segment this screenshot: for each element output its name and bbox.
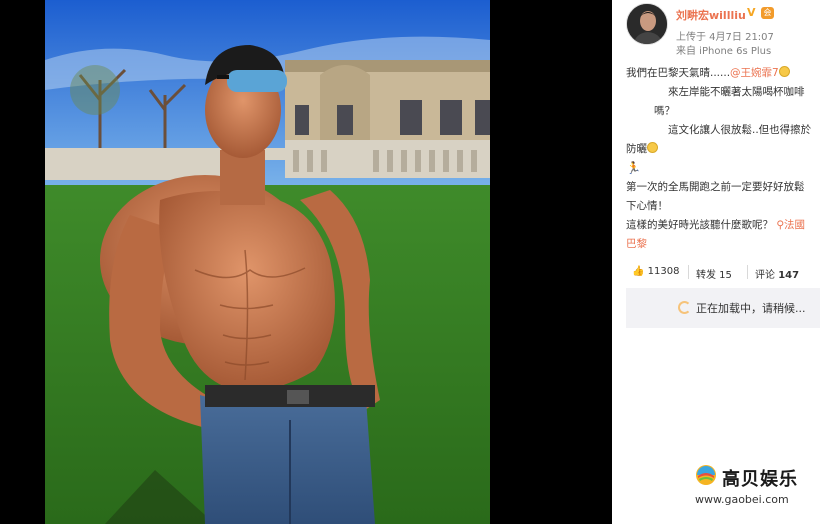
repost-label: 转发 15 bbox=[696, 270, 732, 281]
content-line: 🏃 bbox=[626, 159, 820, 178]
content-text: 第一次的全馬開跑之前一定要好好放鬆 bbox=[626, 181, 805, 193]
mention-link[interactable]: @王婉霏7 bbox=[730, 67, 779, 79]
content-text: 嗎？ bbox=[654, 105, 675, 117]
location-pin-icon: ⚲ bbox=[776, 219, 785, 231]
thumbs-up-icon: 👍 bbox=[632, 266, 645, 277]
divider bbox=[747, 265, 748, 279]
watermark-title: 高贝娱乐 bbox=[722, 469, 798, 490]
member-icon: 会 bbox=[761, 7, 774, 19]
spinner-icon bbox=[678, 301, 691, 314]
like-count: 11308 bbox=[647, 266, 680, 277]
content-line: 這文化讓人很放鬆..但也得擦於 bbox=[626, 121, 820, 140]
watermark-url: www.gaobei.com bbox=[695, 493, 789, 506]
avatar[interactable] bbox=[626, 3, 668, 45]
post-header: 刘畊宏willliu V 会 上传于 4月7日 21:07 来自 iPhone … bbox=[612, 0, 820, 58]
comment-button[interactable]: 评论 147 bbox=[755, 266, 799, 281]
content-text: 我們在巴黎天氣晴...... bbox=[626, 67, 731, 79]
photo-viewer bbox=[0, 0, 612, 524]
action-bar: 👍 11308 转发 15 评论 147 bbox=[626, 263, 820, 283]
content-line: 嗎？ bbox=[626, 102, 820, 121]
username-link[interactable]: 刘畊宏willliu bbox=[676, 7, 746, 23]
location-link[interactable]: 巴黎 bbox=[626, 238, 647, 250]
watermark: 高贝娱乐 www.gaobei.com bbox=[695, 462, 813, 512]
smile-emoji-icon bbox=[778, 66, 790, 77]
post-panel: 刘畊宏willliu V 会 上传于 4月7日 21:07 来自 iPhone … bbox=[612, 0, 820, 524]
repost-button[interactable]: 转发 15 bbox=[696, 266, 732, 281]
post-photo[interactable] bbox=[45, 0, 490, 524]
device-source: 来自 iPhone 6s Plus bbox=[676, 46, 772, 57]
content-text: 這樣的美好時光該聽什麼歌呢？ bbox=[626, 219, 773, 231]
content-text: 防曬 bbox=[626, 143, 647, 155]
content-line: 來左岸能不曬著太陽喝杯咖啡 bbox=[626, 83, 820, 102]
content-line: 下心情！ bbox=[626, 197, 820, 216]
like-button[interactable]: 👍 11308 bbox=[632, 266, 679, 277]
loading-box: 正在加载中，请稍候... bbox=[626, 288, 820, 328]
location-link[interactable]: 法國 bbox=[784, 219, 805, 231]
content-text: 下心情！ bbox=[626, 200, 668, 212]
divider bbox=[688, 265, 689, 279]
upload-time[interactable]: 上传于 4月7日 21:07 bbox=[676, 28, 774, 43]
post-content: 我們在巴黎天氣晴......@王婉霏7 來左岸能不曬著太陽喝杯咖啡 嗎？ 這文化… bbox=[626, 64, 820, 254]
content-line: 防曬 bbox=[626, 140, 820, 159]
content-line: 我們在巴黎天氣晴......@王婉霏7 bbox=[626, 64, 820, 83]
loading-text: 正在加载中，请稍候... bbox=[696, 302, 806, 315]
content-line: 第一次的全馬開跑之前一定要好好放鬆 bbox=[626, 178, 820, 197]
laugh-emoji-icon bbox=[647, 142, 658, 153]
verified-icon: V bbox=[747, 6, 756, 19]
content-text: 來左岸能不曬著太陽喝杯咖啡 bbox=[668, 86, 805, 98]
watermark-logo-icon bbox=[696, 465, 716, 485]
runner-emoji-icon: 🏃 bbox=[626, 161, 641, 175]
comment-count: 147 bbox=[778, 270, 800, 281]
content-line: 巴黎 bbox=[626, 235, 820, 254]
content-text: 這文化讓人很放鬆..但也得擦於 bbox=[668, 124, 812, 136]
content-line: 這樣的美好時光該聽什麼歌呢？ ⚲法國 bbox=[626, 216, 820, 235]
comment-label: 评论 bbox=[755, 270, 775, 281]
